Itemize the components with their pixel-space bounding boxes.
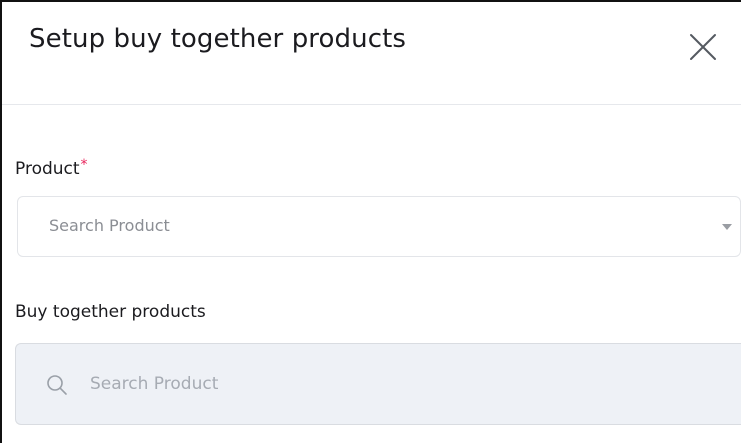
- caret-down-icon: [722, 224, 732, 230]
- product-field-label: Product*: [15, 157, 88, 179]
- close-button[interactable]: [688, 32, 718, 62]
- required-marker: *: [80, 157, 88, 173]
- dialog-title: Setup buy together products: [29, 24, 407, 54]
- close-icon: [688, 32, 718, 62]
- buy-together-field-label: Buy together products: [15, 302, 206, 322]
- setup-buy-together-dialog: Setup buy together products Product* Sea…: [0, 0, 741, 443]
- buy-together-search-box[interactable]: [15, 343, 741, 425]
- dialog-header: Setup buy together products: [2, 2, 741, 105]
- product-select[interactable]: Search Product: [17, 196, 741, 257]
- product-label-text: Product: [15, 159, 80, 179]
- search-icon: [46, 374, 68, 396]
- buy-together-search-input[interactable]: [90, 369, 690, 399]
- product-select-placeholder: Search Product: [49, 216, 170, 235]
